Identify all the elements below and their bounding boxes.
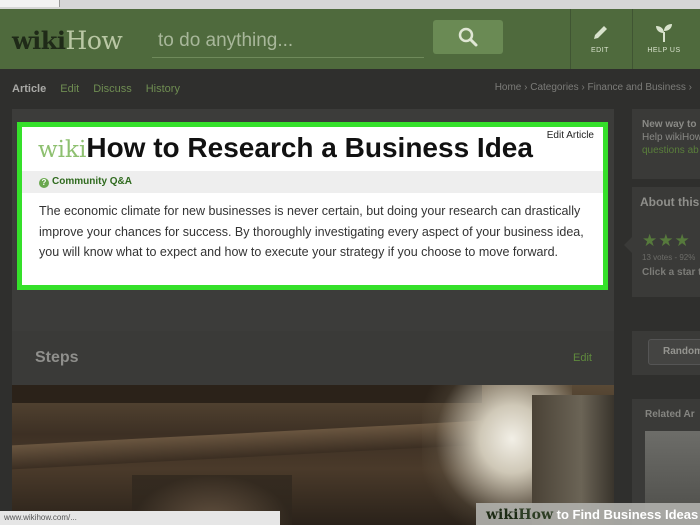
edit-tool-button[interactable]: EDIT	[570, 19, 630, 67]
question-icon: ?	[39, 178, 49, 188]
article-tabs: Article Edit Discuss History	[12, 83, 194, 95]
wikihow-watermark: wikiHow to Find Business Ideas	[476, 503, 700, 525]
logo-how: How	[65, 26, 123, 55]
tab-article[interactable]: Article	[12, 83, 46, 95]
watermark-title: to Find Business Ideas	[553, 507, 699, 522]
sprout-icon	[656, 24, 672, 42]
rating-stars[interactable]: ★★★	[642, 231, 691, 251]
random-article-button[interactable]: Random	[648, 339, 700, 365]
tab-discuss[interactable]: Discuss	[93, 83, 132, 95]
article-intro-text: The economic climate for new businesses …	[39, 204, 584, 259]
tab-edit[interactable]: Edit	[60, 83, 79, 95]
header-divider	[632, 9, 633, 69]
community-qa-label: Community Q&A	[52, 176, 132, 187]
wikihow-logo[interactable]: wikiHow	[12, 25, 123, 56]
browser-tab[interactable]	[0, 0, 60, 7]
pencil-icon	[594, 26, 607, 39]
sidebar-about: About this ★★★ 13 votes - 92% Click a st…	[624, 187, 700, 297]
steps-heading: Steps	[35, 349, 79, 366]
steps-edit-link[interactable]: Edit	[573, 352, 592, 364]
new-way-text: Help wikiHow	[642, 132, 700, 143]
search-button[interactable]	[433, 20, 503, 54]
watermark-how: How	[518, 507, 554, 523]
community-qa-bar: ? Community Q&A	[22, 171, 603, 193]
site-header: wikiHow EDIT HELP US	[0, 9, 700, 69]
related-title: Related Ar	[645, 409, 695, 420]
community-qa-link[interactable]: ? Community Q&A	[39, 176, 132, 188]
watermark-wiki: wiki	[486, 507, 519, 523]
callout-pointer	[624, 237, 632, 253]
title-text: How to Research a Business Idea	[86, 132, 533, 163]
browser-tab-strip	[0, 0, 700, 9]
status-bar-url: www.wikihow.com/...	[0, 511, 280, 525]
tab-history[interactable]: History	[146, 83, 180, 95]
rating-votes: 13 votes - 92%	[642, 253, 696, 262]
photo-shelf-top	[12, 385, 482, 403]
breadcrumb[interactable]: Home › Categories › Finance and Business…	[495, 82, 692, 93]
help-us-button[interactable]: HELP US	[634, 19, 694, 67]
edit-tool-label: EDIT	[591, 47, 609, 54]
photo-shelf	[12, 420, 482, 470]
help-us-label: HELP US	[647, 47, 681, 54]
steps-header-card	[12, 331, 614, 387]
article-intro-highlight: wikiHow to Research a Business Idea Edit…	[17, 122, 608, 290]
about-title: About this	[640, 195, 700, 209]
title-prefix: wiki	[38, 137, 87, 163]
edit-article-link[interactable]: Edit Article	[547, 130, 594, 141]
new-way-link[interactable]: questions ab	[642, 145, 699, 156]
search-input[interactable]	[152, 24, 424, 58]
sidebar-random: Random	[632, 331, 700, 375]
page-title: wikiHow to Research a Business Idea	[38, 132, 533, 164]
logo-wiki: wiki	[12, 26, 66, 55]
search-icon	[458, 27, 478, 47]
rating-prompt: Click a star t	[642, 267, 700, 278]
new-way-title: New way to	[642, 119, 697, 130]
sidebar-new-way: New way to Help wikiHow questions ab	[632, 109, 700, 179]
